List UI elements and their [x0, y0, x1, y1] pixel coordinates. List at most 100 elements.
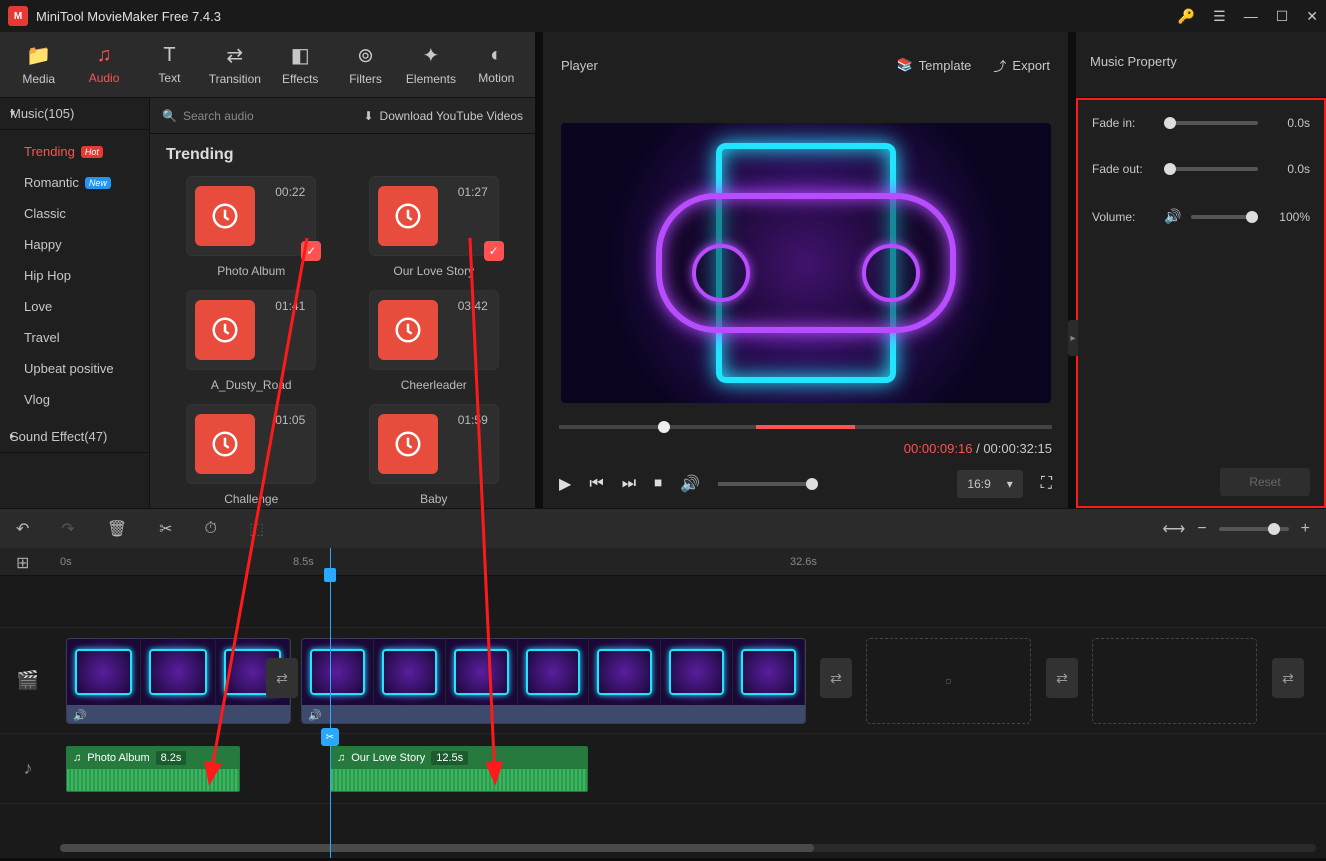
zoom-slider[interactable]	[1219, 527, 1289, 531]
speaker-icon: 🔊	[308, 709, 322, 722]
fit-button[interactable]: ⟷	[1162, 519, 1185, 539]
category-hiphop[interactable]: Hip Hop	[0, 260, 149, 291]
template-button[interactable]: 📚Template	[896, 56, 971, 75]
check-icon: ✓	[484, 241, 504, 261]
category-classic[interactable]: Classic	[0, 198, 149, 229]
transition-slot[interactable]: ⇄	[266, 658, 298, 698]
volume-icon[interactable]: 🔊	[680, 474, 700, 494]
category-trending[interactable]: TrendingHot	[0, 136, 149, 167]
tab-effects[interactable]: ◧Effects	[270, 37, 331, 93]
reset-button[interactable]: Reset	[1220, 468, 1310, 496]
tab-media[interactable]: 📁Media	[8, 37, 69, 93]
category-travel[interactable]: Travel	[0, 322, 149, 353]
track-item[interactable]: 03:42 Cheerleader	[349, 290, 520, 392]
search-icon: 🔍	[162, 109, 177, 123]
track-item[interactable]: 00:22✓ Photo Album	[166, 176, 337, 278]
collapse-panel-button[interactable]: ▸	[1068, 320, 1078, 356]
crop-button[interactable]: ⬚	[249, 519, 264, 539]
tab-filters[interactable]: ⊚Filters	[335, 37, 396, 93]
premium-key-icon[interactable]: 🔑	[1178, 8, 1195, 25]
track-item[interactable]: 01:27✓ Our Love Story	[349, 176, 520, 278]
music-property-panel: Fade in: 0.0s Fade out: 0.0s Volume: 🔊 1…	[1076, 98, 1326, 508]
track-item[interactable]: 01:59 Baby	[349, 404, 520, 506]
video-preview[interactable]	[561, 123, 1051, 403]
playback-progress[interactable]	[543, 417, 1068, 437]
audio-clip[interactable]: ♫Photo Album8.2s	[66, 746, 240, 792]
player-title: Player	[561, 58, 598, 73]
music-note-icon: ♫	[97, 44, 112, 67]
delete-button[interactable]: 🗑	[107, 519, 127, 539]
track-list-title: Trending	[150, 134, 535, 176]
speed-button[interactable]: ⏱	[205, 520, 217, 538]
category-love[interactable]: Love	[0, 291, 149, 322]
sparkle-icon: ✦	[423, 43, 440, 68]
speaker-icon[interactable]: 🔊	[1164, 208, 1181, 225]
download-youtube-button[interactable]: ⬇Download YouTube Videos	[363, 109, 523, 123]
split-button[interactable]: ✂	[159, 519, 172, 539]
fullscreen-button[interactable]: ⛶	[1041, 475, 1052, 493]
music-icon	[195, 300, 255, 360]
motion-icon: ◐	[490, 44, 502, 67]
new-badge: New	[85, 177, 111, 189]
play-button[interactable]: ▶	[559, 474, 571, 494]
template-icon: 📚	[896, 57, 912, 73]
soundeffect-category-header[interactable]: ▸Sound Effect(47)	[0, 421, 149, 453]
zoom-out-button[interactable]: −	[1197, 520, 1206, 538]
timeline[interactable]: ⊞ 0s 8.5s 32.6s ✂ 🎬 🔊 ⇄ 🔊 ⇄ ▫ ⇄ ⇄	[0, 548, 1326, 858]
stop-button[interactable]: ⏹	[654, 475, 662, 493]
music-note-icon: ♫	[73, 752, 81, 764]
timeline-scrollbar[interactable]	[60, 844, 1316, 852]
add-track-button[interactable]: ⊞	[16, 553, 29, 573]
redo-button[interactable]: ↷	[61, 519, 74, 539]
tab-motion[interactable]: ◐Motion	[466, 37, 527, 93]
tab-transition[interactable]: ⇄Transition	[204, 37, 265, 93]
hamburger-menu-icon[interactable]: ☰	[1213, 8, 1226, 25]
tab-text[interactable]: TText	[139, 37, 200, 93]
aspect-ratio-select[interactable]: 16:9▾	[957, 470, 1022, 498]
audio-track-icon: ♪	[0, 758, 56, 779]
maximize-button[interactable]: ☐	[1276, 8, 1289, 25]
tab-audio[interactable]: ♫Audio	[73, 37, 134, 93]
playhead[interactable]: ✂	[330, 548, 331, 858]
minimize-button[interactable]: —	[1244, 8, 1258, 24]
audio-clip[interactable]: ♫Our Love Story12.5s	[330, 746, 588, 792]
chevron-down-icon: ▾	[1007, 477, 1013, 491]
search-input[interactable]: 🔍Search audio	[162, 109, 254, 123]
prev-frame-button[interactable]: ⏮	[589, 475, 603, 493]
category-happy[interactable]: Happy	[0, 229, 149, 260]
category-upbeat[interactable]: Upbeat positive	[0, 353, 149, 384]
music-category-header[interactable]: ▾Music(105)	[0, 98, 149, 130]
empty-clip-slot[interactable]	[1092, 638, 1257, 724]
video-clip[interactable]: 🔊	[301, 638, 806, 724]
track-item[interactable]: 01:41 A_Dusty_Road	[166, 290, 337, 392]
transition-slot[interactable]: ⇄	[1272, 658, 1304, 698]
text-icon: T	[163, 44, 175, 67]
next-frame-button[interactable]: ⏭	[622, 475, 636, 493]
scissors-icon: ✂	[321, 728, 339, 746]
zoom-in-button[interactable]: +	[1301, 520, 1310, 538]
tab-elements[interactable]: ✦Elements	[400, 37, 461, 93]
category-romantic[interactable]: RomanticNew	[0, 167, 149, 198]
video-clip[interactable]: 🔊	[66, 638, 291, 724]
music-icon	[195, 414, 255, 474]
fade-in-slider[interactable]	[1164, 121, 1258, 125]
volume-slider[interactable]	[1191, 215, 1258, 219]
filters-icon: ⊚	[357, 43, 374, 68]
close-button[interactable]: ✕	[1306, 8, 1318, 25]
category-sidebar: ▾Music(105) TrendingHot RomanticNew Clas…	[0, 98, 150, 508]
transition-slot[interactable]: ⇄	[820, 658, 852, 698]
volume-slider[interactable]	[718, 482, 818, 486]
props-title: Music Property	[1076, 32, 1326, 91]
fade-out-slider[interactable]	[1164, 167, 1258, 171]
undo-button[interactable]: ↶	[16, 519, 29, 539]
folder-icon: 📁	[26, 43, 51, 68]
export-button[interactable]: ⤴Export	[993, 56, 1050, 75]
volume-label: Volume:	[1092, 210, 1154, 224]
category-vlog[interactable]: Vlog	[0, 384, 149, 415]
empty-clip-slot[interactable]: ▫	[866, 638, 1031, 724]
track-item[interactable]: 01:05 Challenge	[166, 404, 337, 506]
download-icon: ⬇	[363, 109, 373, 123]
music-icon	[378, 300, 438, 360]
transition-slot[interactable]: ⇄	[1046, 658, 1078, 698]
video-track-icon: 🎬	[0, 670, 56, 691]
